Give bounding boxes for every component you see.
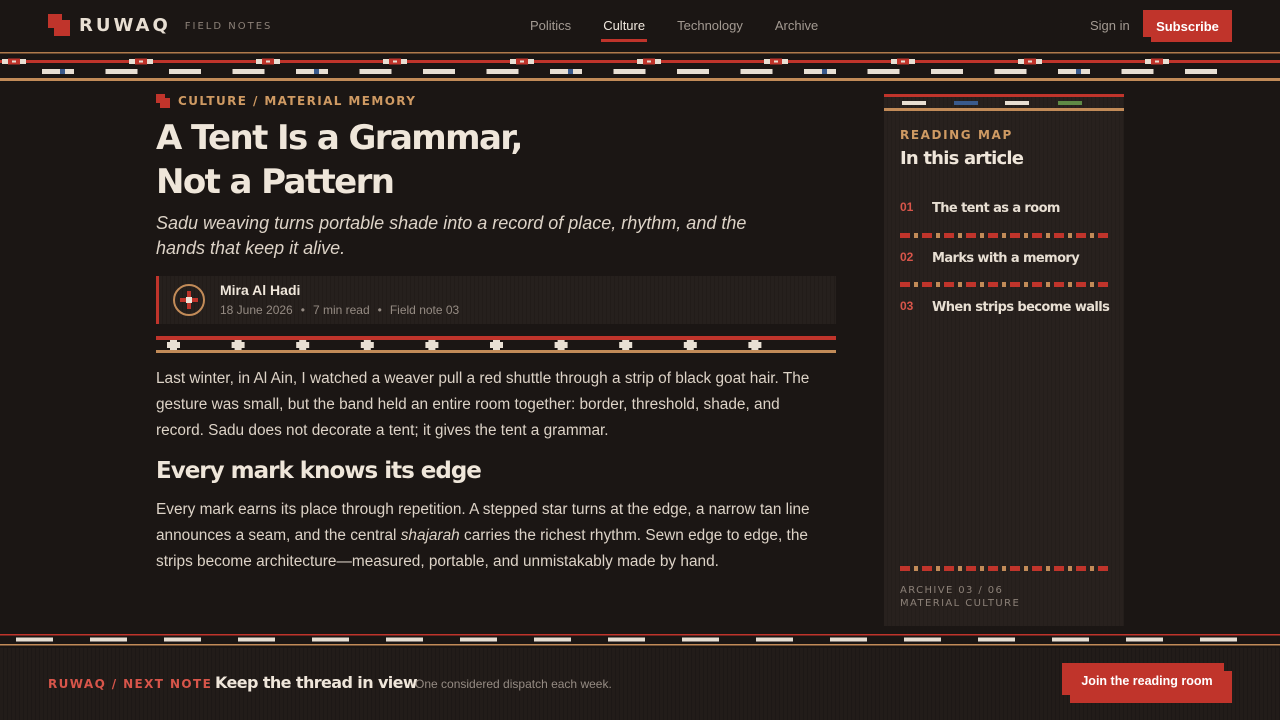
publish-date: 18 June 2026 (220, 303, 293, 317)
subscribe-button[interactable]: Subscribe (1143, 10, 1232, 42)
footer-kicker: RUWAQ / NEXT NOTE (48, 677, 213, 691)
title-line-2: Not a Pattern (156, 162, 395, 202)
toc-number: 02 (900, 250, 914, 264)
article-kicker[interactable]: CULTURE / MATERIAL MEMORY (156, 94, 416, 108)
article-meta: 18 June 2026 • 7 min read • Field note 03 (220, 303, 460, 317)
logo-wordmark: RUWAQ (79, 14, 171, 36)
site-logo[interactable]: RUWAQ FIELD NOTES (48, 14, 272, 36)
logo-mark-icon (48, 14, 70, 36)
sadu-pattern-bottom (0, 634, 1280, 646)
site-header: RUWAQ FIELD NOTES Politics Culture Techn… (0, 0, 1280, 52)
kicker-text: CULTURE / MATERIAL MEMORY (178, 94, 417, 108)
nav-archive[interactable]: Archive (775, 18, 818, 33)
newsletter-footer: RUWAQ / NEXT NOTE Keep the thread in vie… (0, 648, 1280, 720)
nav-politics[interactable]: Politics (530, 18, 571, 33)
footer-subtitle: One considered dispatch each week. (415, 677, 612, 691)
author-name[interactable]: Mira Al Hadi (220, 282, 300, 298)
category-mark-icon (156, 94, 170, 108)
nav-technology[interactable]: Technology (677, 18, 743, 33)
title-line-1: A Tent Is a Grammar, (156, 118, 523, 158)
nav-culture[interactable]: Culture (601, 18, 648, 42)
sidebar-footer-separator (900, 566, 1108, 571)
byline-card: Mira Al Hadi 18 June 2026 • 7 min read • Fie… (156, 276, 836, 324)
toc-separator (900, 282, 1108, 287)
toc-separator (900, 233, 1108, 238)
article-paragraph-1: Last winter, in Al Ain, I watched a weav… (156, 370, 810, 439)
sadu-divider (156, 336, 836, 353)
toc-label: The tent as a room (932, 201, 1060, 216)
join-reading-room-button[interactable]: Join the reading room (1062, 663, 1232, 703)
paragraph-2-emphasis: shajarah (400, 527, 460, 544)
article-paragraph-2: Every mark earns its place through repet… (156, 497, 816, 575)
sadu-border-bottom (0, 632, 1280, 648)
reading-map-title: In this article (900, 148, 1024, 169)
archive-position: ARCHIVE 03 / 06 (900, 585, 1004, 596)
footer-title: Keep the thread in view (215, 673, 418, 692)
sign-in-link[interactable]: Sign in (1090, 18, 1130, 33)
toc-label: Marks with a memory (932, 251, 1080, 266)
main-nav: Politics Culture Technology Archive (530, 18, 850, 42)
reading-map-sidebar: READING MAP In this article 01 The tent … (884, 94, 1124, 626)
section-heading: Every mark knows its edge (156, 458, 482, 484)
read-time: 7 min read (312, 303, 370, 317)
sadu-pattern-top (0, 52, 1280, 81)
article-title: A Tent Is a Grammar, Not a Pattern (156, 116, 616, 204)
reading-map-label: READING MAP (900, 128, 1013, 142)
sadu-border-top (0, 52, 1280, 82)
sidebar-footer: ARCHIVE 03 / 06 MATERIAL CULTURE (900, 584, 1020, 610)
sidebar-sadu-band (884, 94, 1124, 111)
toc-number: 01 (900, 200, 914, 214)
field-note-number: Field note 03 (389, 303, 460, 317)
toc-number: 03 (900, 299, 914, 313)
author-avatar-icon[interactable] (173, 284, 205, 316)
article-dek: Sadu weaving turns portable shade into a… (156, 213, 747, 258)
archive-collection: MATERIAL CULTURE (900, 598, 1021, 609)
logo-subtitle: FIELD NOTES (184, 20, 273, 32)
toc-label: When strips become walls (932, 300, 1110, 315)
